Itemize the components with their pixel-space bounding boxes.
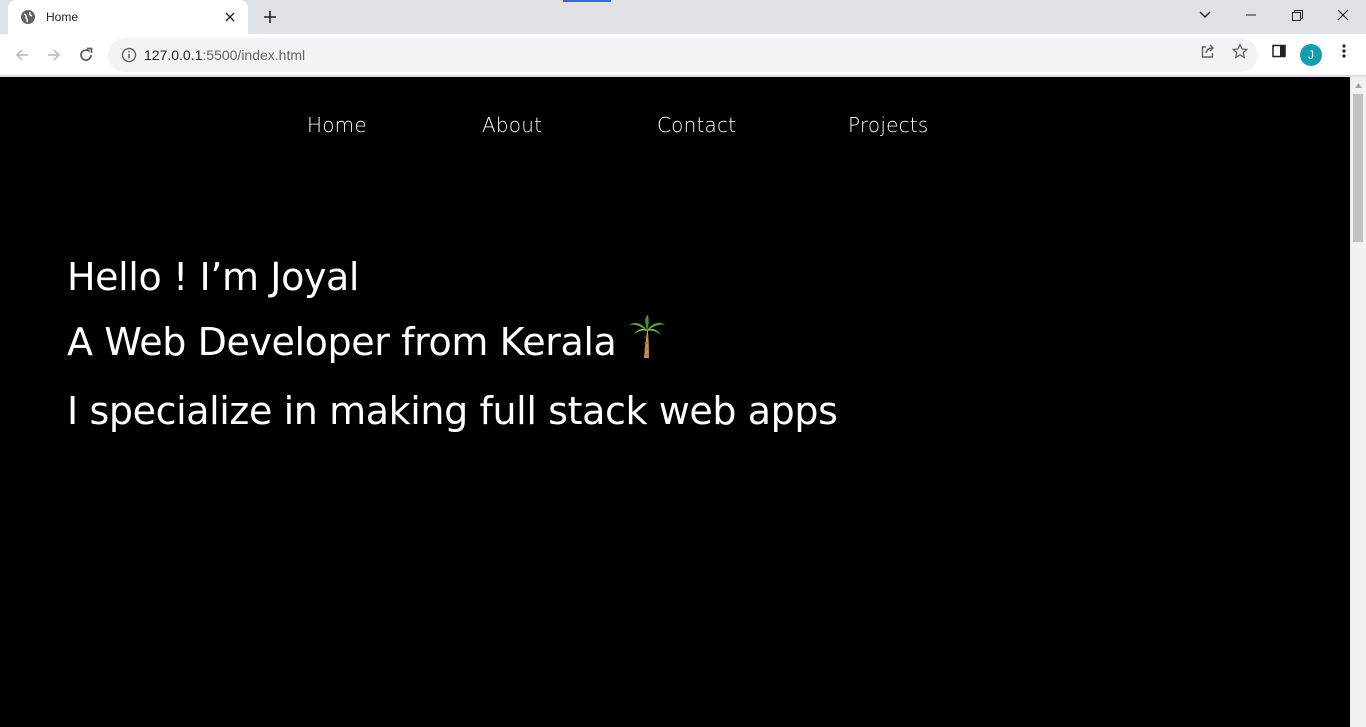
new-tab-button[interactable] bbox=[258, 5, 282, 29]
hero-specialty: I specialize in making full stack web ap… bbox=[67, 389, 838, 433]
close-tab-icon[interactable] bbox=[222, 9, 238, 25]
profile-avatar[interactable]: J bbox=[1300, 44, 1322, 66]
address-bar[interactable]: 127.0.0.1:5500/index.html bbox=[108, 38, 1258, 72]
nav-link-about[interactable]: About bbox=[482, 113, 542, 137]
hero-subtitle-text: A Web Developer from Kerala bbox=[67, 320, 617, 364]
reload-button[interactable] bbox=[70, 39, 102, 71]
tab-search-button[interactable] bbox=[1182, 0, 1228, 30]
back-button[interactable] bbox=[6, 39, 38, 71]
scroll-up-arrow-icon[interactable] bbox=[1350, 77, 1366, 94]
url-host: 127.0.0.1 bbox=[144, 47, 203, 63]
palm-tree-icon bbox=[628, 314, 666, 379]
share-icon[interactable] bbox=[1198, 41, 1218, 61]
tab-home[interactable]: Home bbox=[8, 0, 248, 34]
hero-subtitle: A Web Developer from Kerala bbox=[67, 310, 838, 379]
browser-toolbar: 127.0.0.1:5500/index.html J bbox=[0, 34, 1366, 76]
tab-strip: Home bbox=[0, 0, 1366, 34]
tab-title: Home bbox=[46, 10, 79, 24]
hero-greeting: Hello ! I’m Joyal bbox=[67, 255, 360, 299]
site-info-icon[interactable] bbox=[114, 47, 144, 63]
minimize-button[interactable] bbox=[1228, 0, 1274, 30]
url-text: 127.0.0.1:5500/index.html bbox=[144, 47, 305, 63]
site-nav: Home About Contact Projects bbox=[0, 113, 1350, 139]
nav-link-home[interactable]: Home bbox=[307, 113, 367, 137]
page-scrollbar[interactable] bbox=[1350, 77, 1366, 727]
page-viewport: Home About Contact Projects Hello ! I’m … bbox=[0, 77, 1350, 727]
forward-button[interactable] bbox=[38, 39, 70, 71]
hero-section: Hello ! I’m Joyal A Web Developer from K… bbox=[67, 245, 838, 444]
close-window-button[interactable] bbox=[1320, 0, 1366, 30]
side-panel-icon[interactable] bbox=[1269, 41, 1289, 61]
globe-icon bbox=[20, 9, 36, 25]
restore-button[interactable] bbox=[1274, 0, 1320, 30]
nav-link-contact[interactable]: Contact bbox=[657, 113, 736, 137]
bookmark-star-icon[interactable] bbox=[1230, 41, 1250, 61]
scrollbar-thumb[interactable] bbox=[1353, 94, 1363, 242]
url-path: :5500/index.html bbox=[202, 47, 306, 63]
menu-kebab-icon[interactable] bbox=[1334, 41, 1354, 61]
nav-link-projects[interactable]: Projects bbox=[848, 113, 928, 137]
tab-loading-indicator bbox=[563, 0, 611, 2]
